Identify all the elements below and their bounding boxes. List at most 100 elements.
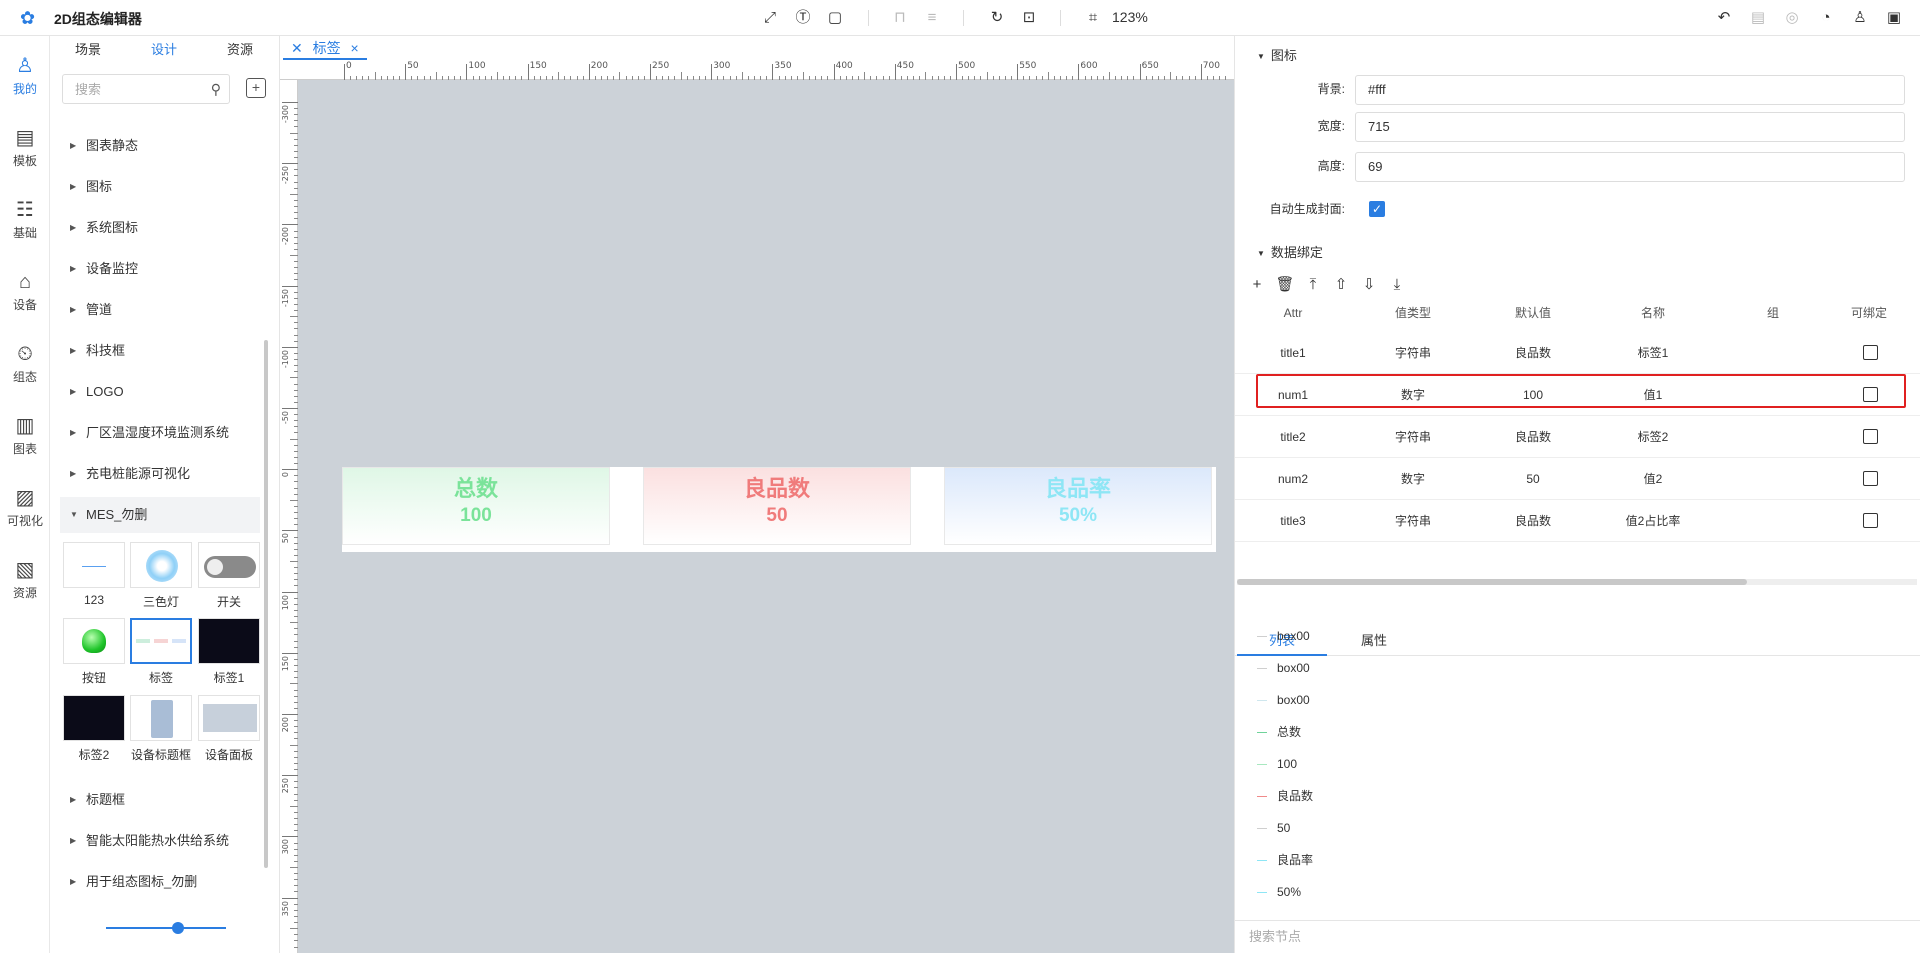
node-item[interactable]: 100 <box>1257 748 1297 780</box>
user-settings-icon[interactable]: ♙ <box>1850 8 1870 28</box>
bindable-checkbox[interactable] <box>1863 429 1878 444</box>
library-scrollbar[interactable] <box>264 340 268 868</box>
publish-icon[interactable]: ◔ <box>1816 8 1836 28</box>
rail-item-chart[interactable]: ▥ 图表 <box>0 414 50 474</box>
tree-item[interactable]: ▶ 智能太阳能热水供给系统 <box>60 823 260 859</box>
bindable-checkbox[interactable] <box>1863 471 1878 486</box>
bg-input[interactable]: #fff <box>1355 75 1905 105</box>
table-row[interactable]: num2 数字 50 值2 <box>1235 458 1920 500</box>
rail-item-basic[interactable]: ☷ 基础 <box>0 198 50 258</box>
add-folder-icon[interactable]: + <box>246 78 266 98</box>
library-search-input[interactable] <box>63 75 193 103</box>
table-row[interactable]: title2 字符串 良品数 标签2 <box>1235 416 1920 458</box>
thumb-size-slider[interactable] <box>106 927 226 929</box>
artboard[interactable]: 总数 100 良品数 50 良品率 50% <box>342 467 1216 552</box>
table-row[interactable]: title1 字符串 良品数 标签1 <box>1235 332 1920 374</box>
tree-item[interactable]: ▶ 科技框 <box>60 333 260 369</box>
search-icon[interactable]: ⚲ <box>211 81 221 98</box>
thumb-device-panel[interactable] <box>198 695 260 741</box>
text-tool-icon[interactable]: Ⓣ <box>793 8 813 28</box>
move-bottom-icon[interactable]: ⤓ <box>1387 275 1407 295</box>
rail-item-template[interactable]: ▤ 模板 <box>0 126 50 186</box>
bindable-checkbox[interactable] <box>1863 513 1878 528</box>
tree-item[interactable]: ▶ 管道 <box>60 292 260 328</box>
node-item[interactable]: 总数 <box>1257 716 1301 748</box>
tree-item[interactable]: ▶ 图标 <box>60 169 260 205</box>
section-header-binding[interactable]: ▼ 数据绑定 <box>1257 242 1323 261</box>
preview-icon[interactable]: ◎ <box>1782 8 1802 28</box>
tree-item[interactable]: ▶ 标题框 <box>60 782 260 818</box>
caret-right-icon: ▶ <box>70 346 77 355</box>
move-up-icon[interactable]: ⇧ <box>1331 275 1351 295</box>
crop-icon[interactable]: ⌗ <box>1083 8 1103 28</box>
ruler-minor-tick <box>290 255 298 256</box>
autocover-checkbox[interactable]: ✓ <box>1369 201 1385 217</box>
node-item[interactable]: 良品率 <box>1257 844 1313 876</box>
ruler-tick <box>282 836 298 838</box>
stat-box-rate[interactable]: 良品率 50% <box>944 467 1212 545</box>
rail-item-visualize[interactable]: ▨ 可视化 <box>0 486 50 546</box>
tree-item[interactable]: ▶ 厂区温湿度环境监测系统 <box>60 415 260 451</box>
document-tab[interactable]: ✕ 标签 × <box>283 36 367 60</box>
thumb-label1[interactable] <box>198 618 260 664</box>
slider-handle[interactable] <box>172 922 184 934</box>
node-item[interactable]: 良品数 <box>1257 780 1313 812</box>
undo-icon[interactable]: ↶ <box>1714 8 1734 28</box>
thumb-switch[interactable] <box>198 542 260 588</box>
height-input[interactable]: 69 <box>1355 152 1905 182</box>
node-item[interactable]: box00 <box>1257 652 1310 684</box>
node-item[interactable]: box00 <box>1257 620 1310 652</box>
move-top-icon[interactable]: ⤒ <box>1303 275 1323 295</box>
thumb-123[interactable] <box>63 542 125 588</box>
stat-box-good[interactable]: 良品数 50 <box>643 467 911 545</box>
width-input[interactable]: 715 <box>1355 112 1905 142</box>
thumb-label-selected[interactable] <box>130 618 192 664</box>
tree-item[interactable]: ▶ LOGO <box>60 374 260 410</box>
ruler-minor-tick <box>290 193 298 195</box>
tab-scene[interactable]: 场景 <box>50 36 126 66</box>
thumb-device-title[interactable] <box>130 695 192 741</box>
tree-item[interactable]: ▶ 系统图标 <box>60 210 260 246</box>
thumb-button[interactable] <box>63 618 125 664</box>
button-preview <box>82 629 106 653</box>
tree-item[interactable]: ▶ 用于组态图标_勿删 <box>60 864 260 900</box>
tree-item[interactable]: ▶ 充电桩能源可视化 <box>60 456 260 492</box>
move-down-icon[interactable]: ⇩ <box>1359 275 1379 295</box>
rect-tool-icon[interactable]: ▢ <box>825 8 845 28</box>
rail-item-device[interactable]: ⌂ 设备 <box>0 270 50 330</box>
align-middle-icon[interactable]: ≡ <box>922 8 942 28</box>
section-header-icon[interactable]: ▼ 图标 <box>1257 45 1297 64</box>
tab-resource[interactable]: 资源 <box>202 36 278 66</box>
rail-item-resource[interactable]: ▧ 资源 <box>0 558 50 618</box>
refresh-icon[interactable]: ↻ <box>987 8 1007 28</box>
bindable-checkbox[interactable] <box>1863 345 1878 360</box>
tab-attributes[interactable]: 属性 <box>1329 626 1419 656</box>
add-icon[interactable]: + <box>1247 275 1267 295</box>
thumb-tricolor-light[interactable] <box>130 542 192 588</box>
connector-tool-icon[interactable]: ⤢ <box>760 8 780 28</box>
table-hscrollbar[interactable] <box>1237 579 1917 585</box>
thumb-label2[interactable] <box>63 695 125 741</box>
scroll-thumb[interactable] <box>1237 579 1747 585</box>
table-row[interactable]: title3 字符串 良品数 值2占比率 <box>1235 500 1920 542</box>
rail-item-mine[interactable]: ♙ 我的 <box>0 54 50 114</box>
thumb-label: 标签1 <box>213 671 245 685</box>
node-swatch <box>1257 732 1267 734</box>
export-icon[interactable]: ▣ <box>1884 8 1904 28</box>
tree-item-expanded[interactable]: ▼ MES_勿删 <box>60 497 260 533</box>
stat-box-total[interactable]: 总数 100 <box>342 467 610 545</box>
node-search-input[interactable] <box>1235 921 1535 951</box>
tab-design[interactable]: 设计 <box>126 36 202 66</box>
tree-item[interactable]: ▶ 图表静态 <box>60 128 260 164</box>
node-item[interactable]: 50 <box>1257 812 1290 844</box>
rail-item-scada[interactable]: ⏲ 组态 <box>0 342 50 402</box>
align-top-icon[interactable]: ⊓ <box>890 8 910 28</box>
save-icon[interactable]: ▤ <box>1748 8 1768 28</box>
node-item[interactable]: 50% <box>1257 876 1301 908</box>
close-icon[interactable]: × <box>351 40 359 56</box>
node-item[interactable]: box00 <box>1257 684 1310 716</box>
delete-icon[interactable]: 🗑 <box>1275 275 1295 295</box>
tree-item[interactable]: ▶ 设备监控 <box>60 251 260 287</box>
fit-screen-icon[interactable]: ⊡ <box>1019 8 1039 28</box>
zoom-level[interactable]: 123% <box>1112 9 1148 25</box>
